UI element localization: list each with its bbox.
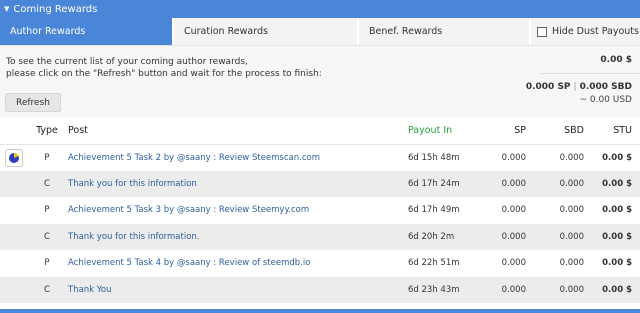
post-link[interactable]: Achievement 5 Task 4 by @saany : Review … <box>64 250 404 277</box>
payout-time: 6d 22h 51m <box>404 250 484 277</box>
stu-value: 0.00 $ <box>592 250 640 277</box>
sp-value: 0.000 <box>484 276 534 303</box>
post-link[interactable]: Thank You <box>64 276 404 303</box>
payout-header[interactable]: Payout In <box>404 118 484 145</box>
sbd-value: 0.000 <box>534 223 592 250</box>
total-sp-sbd: 0.000 SP | 0.000 SBD <box>526 82 632 92</box>
table-row: C Thank You 6d 23h 43m 0.000 0.000 0.00 $ <box>0 276 640 303</box>
stu-header[interactable]: STU <box>592 118 640 145</box>
post-header[interactable]: Post <box>64 118 404 145</box>
tab-curation-rewards[interactable]: Curation Rewards <box>174 18 359 45</box>
sp-value: 0.000 <box>484 144 534 171</box>
tab-bar: Author Rewards Curation Rewards Benef. R… <box>0 18 640 46</box>
row-type: P <box>30 144 64 171</box>
payout-time: 6d 23h 43m <box>404 276 484 303</box>
stu-value: 0.00 $ <box>592 223 640 250</box>
row-icon-cell <box>0 197 30 224</box>
hide-dust-checkbox[interactable] <box>537 26 547 37</box>
table-row: P Achievement 5 Task 3 by @saany : Review… <box>0 197 640 224</box>
info-panel: To see the current list of your coming a… <box>0 46 640 118</box>
sbd-value: 0.000 <box>534 250 592 277</box>
sp-value: 0.000 <box>484 250 534 277</box>
bottom-border <box>0 309 640 313</box>
post-link[interactable]: Achievement 5 Task 3 by @saany : Review … <box>64 197 404 224</box>
payout-time: 6d 20h 2m <box>404 223 484 250</box>
rewards-table: Type Post Payout In SP SBD STU P Achievem… <box>0 118 640 303</box>
icon-header <box>0 118 30 145</box>
sbd-value: 0.000 <box>534 170 592 197</box>
table-row: C Thank you for this information 6d 17h 24… <box>0 170 640 197</box>
sbd-value: 0.000 <box>534 144 592 171</box>
hide-dust-toggle[interactable]: Hide Dust Payouts <box>531 18 640 45</box>
info-line-2: please click on the "Refresh" button and… <box>6 69 322 79</box>
tab-label: Benef. Rewards <box>369 26 443 37</box>
panel-header[interactable]: ▼ Coming Rewards <box>0 0 640 18</box>
row-icon-cell <box>0 223 30 250</box>
info-text: To see the current list of your coming a… <box>6 56 322 80</box>
pie-chart-icon[interactable] <box>5 148 23 167</box>
table-row: P Achievement 5 Task 2 by @saany : Review… <box>0 144 640 171</box>
total-usd: 0.00 $ <box>600 55 632 65</box>
table-row: C Thank you for this information. 6d 20h 2… <box>0 223 640 250</box>
sp-header[interactable]: SP <box>484 118 534 145</box>
tab-author-rewards[interactable]: Author Rewards <box>0 18 174 45</box>
payout-time: 6d 17h 49m <box>404 197 484 224</box>
tab-benef-rewards[interactable]: Benef. Rewards <box>359 18 531 45</box>
row-type: P <box>30 197 64 224</box>
row-type: C <box>30 170 64 197</box>
sp-value: 0.000 <box>484 197 534 224</box>
info-line-1: To see the current list of your coming a… <box>6 57 248 67</box>
stu-value: 0.00 $ <box>592 276 640 303</box>
total-usd-conversion: ~ 0.00 USD <box>579 95 632 105</box>
row-icon-cell <box>0 276 30 303</box>
sp-value: 0.000 <box>484 170 534 197</box>
row-icon-cell <box>0 170 30 197</box>
row-type: P <box>30 250 64 277</box>
totals-separator: | <box>573 82 577 92</box>
stu-value: 0.00 $ <box>592 197 640 224</box>
type-header[interactable]: Type <box>30 118 64 145</box>
post-link[interactable]: Thank you for this information <box>64 170 404 197</box>
table-row: P Achievement 5 Task 4 by @saany : Review… <box>0 250 640 277</box>
post-link[interactable]: Achievement 5 Task 2 by @saany : Review … <box>64 144 404 171</box>
payout-time: 6d 17h 24m <box>404 170 484 197</box>
sbd-header[interactable]: SBD <box>534 118 592 145</box>
row-type: C <box>30 276 64 303</box>
row-icon-cell <box>0 144 30 171</box>
row-type: C <box>30 223 64 250</box>
tab-label: Author Rewards <box>10 26 86 37</box>
post-link[interactable]: Thank you for this information. <box>64 223 404 250</box>
stu-value: 0.00 $ <box>592 144 640 171</box>
refresh-button[interactable]: Refresh <box>5 93 61 112</box>
sp-value: 0.000 <box>484 223 534 250</box>
tab-label: Curation Rewards <box>184 26 268 37</box>
row-icon-cell <box>0 250 30 277</box>
stu-value: 0.00 $ <box>592 170 640 197</box>
payout-time: 6d 15h 48m <box>404 144 484 171</box>
sbd-value: 0.000 <box>534 276 592 303</box>
sbd-value: 0.000 <box>534 197 592 224</box>
panel-title: Coming Rewards <box>13 3 98 15</box>
total-sp: 0.000 SP <box>525 82 571 92</box>
total-sbd: 0.000 SBD <box>579 82 632 92</box>
collapse-triangle-icon[interactable]: ▼ <box>4 5 9 13</box>
table-header-row: Type Post Payout In SP SBD STU <box>0 118 640 145</box>
totals-divider <box>540 73 640 74</box>
hide-dust-label: Hide Dust Payouts <box>552 26 639 37</box>
